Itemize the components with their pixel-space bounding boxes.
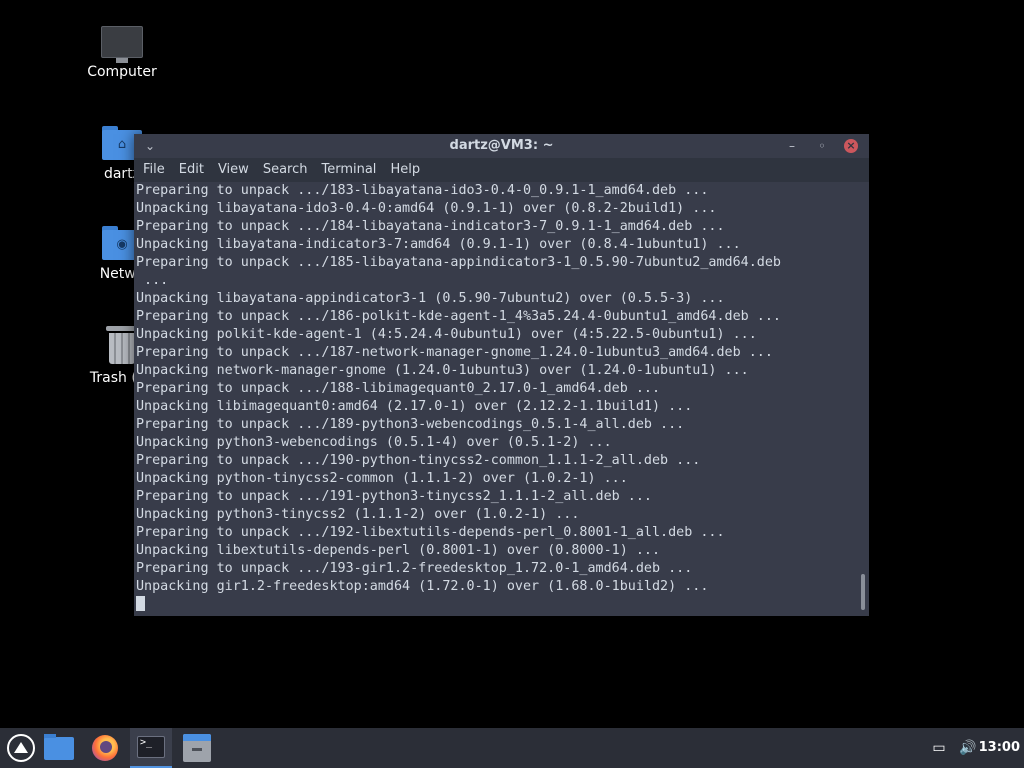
menu-help[interactable]: Help (383, 158, 427, 182)
desktop-icon-label: Computer (87, 64, 157, 80)
volume-icon[interactable]: 🔊 (959, 739, 977, 757)
terminal-line: Unpacking network-manager-gnome (1.24.0-… (136, 363, 749, 378)
desktop-icon-computer[interactable]: Computer (72, 26, 172, 80)
scrollbar-thumb[interactable] (861, 574, 865, 610)
terminal-line: Unpacking libimagequant0:amd64 (2.17.0-1… (136, 399, 693, 414)
terminal-line: Preparing to unpack .../188-libimagequan… (136, 381, 661, 396)
terminal-line: Preparing to unpack .../187-network-mana… (136, 345, 773, 360)
minimize-button[interactable]: – (784, 138, 800, 154)
terminal-output[interactable]: Preparing to unpack .../183-libayatana-i… (134, 182, 858, 616)
terminal-line: Preparing to unpack .../183-libayatana-i… (136, 183, 709, 198)
terminal-line: Unpacking python3-tinycss2 (1.1.1-2) ove… (136, 507, 580, 522)
taskbar-terminal[interactable]: >_ (130, 728, 172, 768)
firefox-icon (92, 735, 118, 761)
terminal-window[interactable]: ⌄ dartz@VM3: ~ – ◦ × File Edit View Sear… (134, 134, 869, 616)
terminal-line: ... (136, 273, 169, 288)
menu-file[interactable]: File (136, 158, 172, 182)
menu-edit[interactable]: Edit (172, 158, 211, 182)
notification-icon[interactable]: ▭ (930, 739, 948, 757)
terminal-line: Unpacking python3-webencodings (0.5.1-4)… (136, 435, 612, 450)
window-titlebar[interactable]: ⌄ dartz@VM3: ~ – ◦ × (134, 134, 869, 158)
terminal-line: Preparing to unpack .../192-libextutils-… (136, 525, 725, 540)
window-title: dartz@VM3: ~ (449, 138, 554, 153)
clock[interactable]: 13:00 (979, 740, 1020, 755)
terminal-line: Preparing to unpack .../184-libayatana-i… (136, 219, 725, 234)
terminal-line: Unpacking libayatana-ido3-0.4-0:amd64 (0… (136, 201, 717, 216)
terminal-line: Preparing to unpack .../186-polkit-kde-a… (136, 309, 781, 324)
terminal-line: Unpacking libayatana-indicator3-7:amd64 … (136, 237, 741, 252)
maximize-button[interactable]: ◦ (814, 138, 830, 154)
menubar: File Edit View Search Terminal Help (134, 158, 869, 182)
terminal-line: Unpacking python-tinycss2-common (1.1.1-… (136, 471, 628, 486)
terminal-line: Unpacking gir1.2-freedesktop:amd64 (1.72… (136, 579, 709, 594)
menu-terminal[interactable]: Terminal (314, 158, 383, 182)
computer-icon (101, 26, 143, 63)
terminal-scrollbar[interactable] (858, 182, 869, 616)
file-manager-icon (44, 734, 74, 760)
taskbar-archive[interactable] (176, 728, 218, 768)
terminal-line: Preparing to unpack .../191-python3-tiny… (136, 489, 652, 504)
taskbar-file-manager[interactable] (38, 728, 80, 768)
terminal-line: Unpacking polkit-kde-agent-1 (4:5.24.4-0… (136, 327, 757, 342)
archive-icon (183, 734, 211, 762)
terminal-line: Preparing to unpack .../185-libayatana-a… (136, 255, 781, 270)
menu-search[interactable]: Search (256, 158, 315, 182)
terminal-prompt-line[interactable] (134, 596, 858, 615)
start-menu-icon (7, 734, 35, 762)
taskbar-firefox[interactable] (84, 728, 126, 768)
taskbar: >_ ▭ 🔊 13:00 (0, 728, 1024, 768)
menu-view[interactable]: View (211, 158, 256, 182)
terminal-line: Preparing to unpack .../190-python-tinyc… (136, 453, 701, 468)
close-button[interactable]: × (844, 139, 858, 153)
terminal-line: Preparing to unpack .../193-gir1.2-freed… (136, 561, 693, 576)
terminal-line: Unpacking libayatana-appindicator3-1 (0.… (136, 291, 725, 306)
terminal-line: Preparing to unpack .../189-python3-webe… (136, 417, 685, 432)
terminal-cursor (136, 596, 145, 611)
terminal-line: Unpacking libextutils-depends-perl (0.80… (136, 543, 661, 558)
terminal-icon: >_ (137, 736, 165, 758)
